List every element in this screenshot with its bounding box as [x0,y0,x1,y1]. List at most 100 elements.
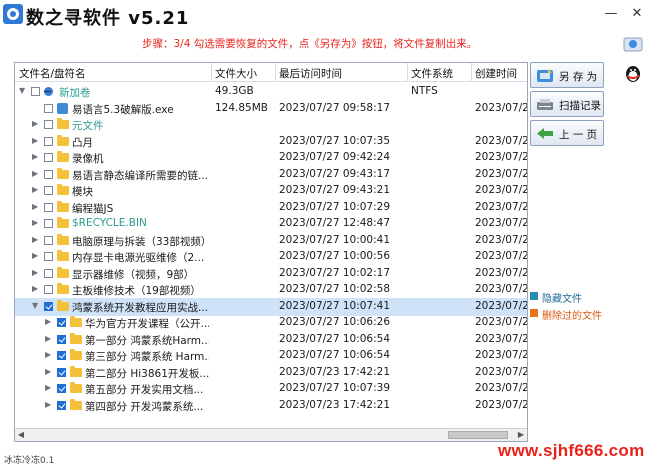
folder-icon [57,283,69,294]
table-row[interactable]: ▶ 显示器维修（视频，9部） 2023/07/27 10:02:17 2023/07/… [15,265,527,283]
table-row[interactable]: ▶ 第二部分 Hi3861开发板... 2023/07/23 17:42:21 202… [15,364,527,382]
save-icon [537,69,553,82]
previous-page-button[interactable]: 上 一 页 [530,120,604,146]
file-list[interactable]: 文件名/盘符名 文件大小 最后访问时间 文件系统 创建时间 ▼ 新加卷 49.3GB… [14,62,528,442]
cell-time: 2023/07/27 09:43:21 [279,184,391,196]
table-row[interactable]: ▶ $RECYCLE.BIN 2023/07/27 12:48:47 2023/07/… [15,215,527,233]
expand-icon[interactable]: ▶ [32,153,38,161]
column-header-name[interactable]: 文件名/盘符名 [19,66,86,81]
previous-page-label: 上 一 页 [559,129,598,141]
column-header-create-time[interactable]: 创建时间 [475,66,517,81]
cell-name: 录像机 [72,153,104,165]
row-checkbox[interactable] [44,103,53,113]
expand-icon[interactable]: ▶ [45,367,51,375]
table-row[interactable]: ▶ 电脑原理与拆装（33部视频） 2023/07/27 10:00:41 2023/0… [15,232,527,250]
row-checkbox[interactable] [44,219,53,228]
table-row[interactable]: ▶ 易语言静态编译所需要的链... 2023/07/27 09:43:17 2023/… [15,166,527,184]
cell-time: 2023/07/27 09:58:17 [279,101,391,114]
table-row[interactable]: ▶ 第五部分 开发实用文档... 2023/07/27 10:07:39 2023/0… [15,380,527,398]
row-checkbox[interactable] [44,285,53,294]
cell-size: 49.3GB [215,85,254,97]
row-checkbox[interactable] [44,136,53,146]
row-checkbox[interactable] [44,169,53,179]
expand-icon[interactable]: ▶ [32,136,38,144]
table-row[interactable]: 易语言5.3破解版.exe 124.85MB 2023/07/27 09:58:17… [15,100,527,118]
table-row[interactable]: ▶ 第四部分 开发鸿蒙系统... 2023/07/23 17:42:21 2023/0… [15,397,527,415]
collapse-icon[interactable]: ▼ [32,301,38,309]
expand-icon[interactable]: ▶ [45,334,51,342]
table-row[interactable]: ▶ 第一部分 鸿蒙系统Harm... 2023/07/27 10:06:54 2023… [15,331,527,349]
table-row[interactable]: ▶ 模块 2023/07/27 09:43:21 2023/07/2 [15,182,527,200]
expand-icon[interactable]: ▶ [32,252,38,260]
row-checkbox[interactable] [57,351,66,360]
folder-icon [70,332,82,344]
expand-icon[interactable]: ▶ [45,351,51,359]
folder-icon [57,134,69,146]
horizontal-scrollbar[interactable]: ◀ ▶ [15,428,527,441]
expand-icon[interactable]: ▶ [32,235,38,243]
expand-icon[interactable]: ▶ [45,384,51,392]
folder-icon [57,233,69,245]
table-row[interactable]: ▼ 鸿蒙系统开发教程应用实战... 2023/07/27 10:07:41 2023/… [15,297,527,316]
cell-ctime: 2023/07/2 [475,134,527,147]
expand-icon[interactable]: ▶ [32,285,38,293]
exe-file-icon [57,102,68,114]
row-checkbox[interactable] [44,120,53,129]
row-checkbox[interactable] [57,367,66,377]
row-checkbox[interactable] [57,334,66,344]
table-row[interactable]: ▶ 内存显卡电源光驱维修（2... 2023/07/27 10:00:56 2023/… [15,248,527,266]
table-row[interactable]: ▶ 华为官方开发课程（公开... 2023/07/27 10:06:26 2023/0… [15,314,527,332]
row-checkbox[interactable] [44,186,53,195]
expand-icon[interactable]: ▶ [45,318,51,326]
scrollbar-thumb[interactable] [448,431,508,439]
column-header-filesystem[interactable]: 文件系统 [411,66,453,81]
table-row[interactable]: ▶ 第三部分 鸿蒙系统 Harm... 2023/07/27 10:06:54 202… [15,347,527,365]
expand-icon[interactable]: ▶ [32,186,38,194]
minimize-button[interactable]: — [598,4,624,24]
row-checkbox[interactable] [44,235,53,245]
row-checkbox[interactable] [44,301,53,311]
row-checkbox[interactable] [44,202,53,212]
collapse-icon[interactable]: ▼ [19,87,25,95]
expand-icon[interactable]: ▶ [45,400,51,408]
table-row[interactable]: ▶ 主板维修技术（19部视频） 2023/07/27 10:02:58 2023/07… [15,281,527,299]
cell-name: 华为官方开发课程（公开... [85,318,209,330]
cell-time: 2023/07/27 10:07:29 [279,200,391,213]
expand-icon[interactable]: ▶ [32,219,38,227]
scroll-left-icon[interactable]: ◀ [15,429,27,441]
cell-ctime: 2023/07/2 [475,398,527,411]
row-checkbox[interactable] [44,268,53,278]
table-row[interactable]: ▶ 凸月 2023/07/27 10:07:35 2023/07/2 [15,133,527,151]
cell-time: 2023/07/23 17:42:21 [279,365,391,378]
expand-icon[interactable]: ▶ [32,268,38,276]
cell-time: 2023/07/27 10:07:39 [279,382,391,394]
row-checkbox[interactable] [44,252,53,261]
column-header-size[interactable]: 文件大小 [215,66,257,81]
expand-icon[interactable]: ▶ [32,202,38,210]
row-checkbox[interactable] [57,400,66,410]
network-icon[interactable] [622,34,644,56]
expand-icon[interactable]: ▶ [32,169,38,177]
close-button[interactable]: ✕ [624,4,650,24]
column-header-access-time[interactable]: 最后访问时间 [279,66,342,81]
folder-icon [57,184,69,195]
row-checkbox[interactable] [57,318,66,327]
cell-time: 2023/07/27 10:06:26 [279,316,391,328]
row-checkbox[interactable] [31,87,40,96]
cell-fs: NTFS [411,85,438,97]
row-checkbox[interactable] [44,153,53,162]
scroll-right-icon[interactable]: ▶ [515,429,527,441]
folder-icon [57,266,69,278]
save-as-button[interactable]: 另 存 为 [530,62,604,88]
table-row[interactable]: ▶ 录像机 2023/07/27 09:42:24 2023/07/2 [15,149,527,167]
table-row[interactable]: ▶ 编程猫JS 2023/07/27 10:07:29 2023/07/2 [15,199,527,217]
table-row[interactable]: ▶ 元文件 [15,116,527,134]
expand-icon[interactable]: ▶ [32,120,38,128]
table-row[interactable]: ▼ 新加卷 49.3GB NTFS [15,83,527,101]
row-checkbox[interactable] [57,384,66,393]
qq-penguin-icon[interactable] [622,62,644,84]
cell-name: 第四部分 开发鸿蒙系统... [85,400,204,413]
expand-icon[interactable] [32,105,38,111]
scan-records-button[interactable]: 扫描记录 [530,91,604,117]
cell-name: 主板维修技术（19部视频） [72,285,201,297]
